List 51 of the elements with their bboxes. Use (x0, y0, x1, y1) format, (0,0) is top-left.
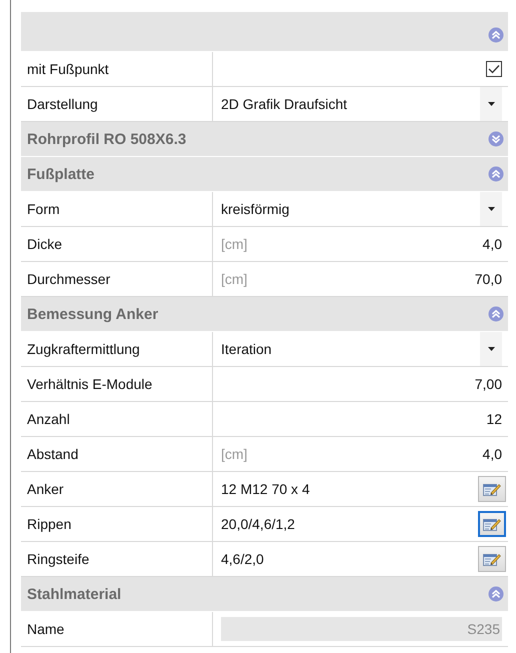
value-text: 12 M12 70 x 4 (221, 481, 310, 497)
edit-icon (483, 482, 501, 496)
collapse-icon[interactable] (488, 166, 504, 182)
property-label: Darstellung (21, 87, 213, 121)
property-label: Abstand (21, 437, 213, 471)
value-text: 20,0/4,6/1,2 (221, 516, 295, 532)
section-header[interactable]: Stahlmaterial (21, 577, 508, 612)
property-label: Form (21, 192, 213, 226)
edit-button[interactable] (478, 511, 506, 537)
property-label: mit Fußpunkt (21, 52, 213, 86)
readonly-field: S235 (221, 617, 502, 641)
expand-icon[interactable] (488, 131, 504, 147)
unit-label: [cm] (221, 236, 248, 252)
section-title: Rohrprofil RO 508X6.3 (27, 130, 188, 148)
collapse-icon[interactable] (488, 27, 504, 43)
section-header[interactable]: Rohrprofil RO 508X6.3 (21, 122, 508, 157)
collapse-icon[interactable] (488, 586, 504, 602)
dropdown-field[interactable]: 2D Grafik Draufsicht (221, 87, 502, 121)
property-label: Rippen (21, 507, 213, 541)
section-header[interactable]: Fußplatte (21, 157, 508, 192)
dropdown-field[interactable]: Iteration (221, 332, 502, 366)
edit-button[interactable] (478, 546, 506, 572)
property-label: Ringsteife (21, 542, 213, 576)
property-label: Anzahl (21, 402, 213, 436)
property-label: Anker (21, 472, 213, 506)
edit-icon (483, 552, 501, 566)
property-label: Zugkraftermittlung (21, 332, 213, 366)
value-field[interactable]: 70,0 (474, 271, 502, 287)
property-label: Dicke (21, 227, 213, 261)
dropdown-arrow-icon (488, 102, 494, 106)
property-label: Durchmesser (21, 262, 213, 296)
section-title: Fußplatte (27, 166, 96, 182)
value-text: 4,6/2,0 (221, 551, 264, 567)
unit-label: [cm] (221, 446, 248, 462)
property-label: Name (21, 612, 213, 646)
edit-button[interactable] (478, 476, 506, 502)
unit-label: [cm] (221, 271, 248, 287)
dropdown-arrow-icon (488, 347, 494, 351)
edit-icon (483, 517, 501, 531)
section-title: Bemessung Anker (27, 306, 160, 322)
dropdown-field[interactable]: kreisförmig (221, 192, 502, 226)
checkbox[interactable] (486, 61, 502, 77)
property-label: Verhältnis E-Module (21, 367, 213, 401)
section-header[interactable]: Bemessung Anker (21, 297, 508, 332)
collapse-icon[interactable] (488, 306, 504, 322)
value-field[interactable]: 4,0 (482, 446, 502, 462)
value-field[interactable]: 12 (486, 411, 502, 427)
value-field[interactable]: 4,0 (482, 236, 502, 252)
section-title: Stahlmaterial (27, 586, 122, 602)
dropdown-arrow-icon (488, 207, 494, 211)
value-field[interactable]: 7,00 (474, 376, 502, 392)
